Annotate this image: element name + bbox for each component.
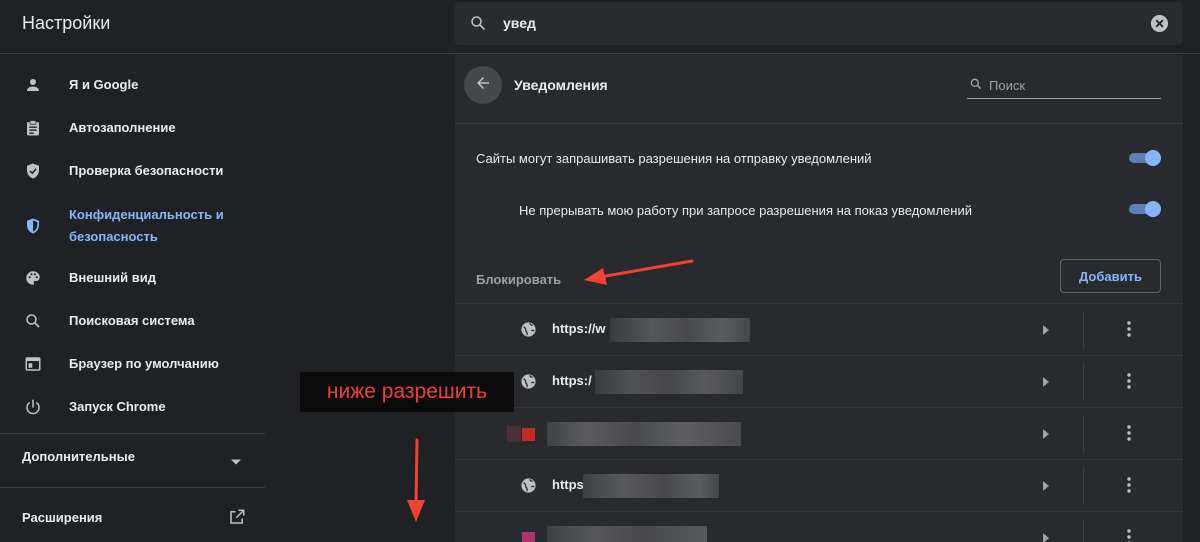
panel-search-input[interactable] [989,75,1157,95]
row-separator [1083,416,1084,452]
setting-ask-toggle[interactable] [1127,150,1161,166]
site-url: https [552,477,584,492]
sidebar-item-label: Поисковая система [69,313,195,328]
palette-icon [22,267,44,289]
row-separator [1083,520,1084,542]
redacted-url [547,526,707,542]
sidebar-item-label: Запуск Chrome [69,399,166,414]
arrow-right-icon [1041,531,1051,542]
arrow-right-icon [1041,375,1051,393]
arrow-right-icon [1041,427,1051,445]
row-separator [1083,364,1084,400]
site-row[interactable]: https [455,459,1183,511]
sidebar-item-label: Проверка безопасности [69,163,224,178]
clear-icon[interactable] [1150,14,1169,38]
browser-icon [22,353,44,375]
redacted-favicon [507,426,521,442]
sidebar-divider [0,487,265,488]
sidebar-advanced-label: Дополнительные [22,449,135,464]
arrow-right-icon [1041,479,1051,497]
search-icon [969,77,983,96]
redacted-url [583,474,719,498]
globe-icon [520,321,537,343]
power-icon [22,396,44,418]
sidebar-item-you-and-google[interactable]: Я и Google [0,65,265,105]
setting-ask-label: Сайты могут запрашивать разрешения на от… [476,150,872,166]
sidebar: Я и Google Автозаполнение Проверка безоп… [0,55,265,542]
sidebar-extensions-label: Расширения [22,510,103,525]
block-section-label: Блокировать [476,272,562,287]
arrow-right-icon [1041,323,1051,341]
clipboard-icon [22,117,44,139]
external-link-icon [228,508,246,531]
site-row[interactable]: https:/ [455,355,1183,407]
sidebar-item-privacy[interactable]: Конфиденциальность и безопасность [0,201,265,251]
sidebar-item-appearance[interactable]: Внешний вид [0,258,265,298]
site-favicon [522,532,535,542]
arrow-back-icon [474,74,492,97]
sidebar-item-label-line1: Конфиденциальность и [69,207,224,222]
page-title: Уведомления [514,77,608,93]
row-separator [1083,312,1084,348]
globe-icon [520,477,537,499]
globe-icon [520,373,537,395]
site-row[interactable] [455,511,1183,542]
search-icon [22,310,44,332]
sidebar-item-autofill[interactable]: Автозаполнение [0,108,265,148]
sidebar-item-search-engine[interactable]: Поисковая система [0,301,265,341]
panel-search[interactable] [967,73,1161,99]
setting-quiet-label: Не прерывать мою работу при запросе разр… [519,202,972,218]
settings-search-input[interactable]: увед [503,15,536,31]
chevron-down-icon [230,453,242,471]
sidebar-divider [0,433,265,434]
sidebar-item-label: Браузер по умолчанию [69,356,219,371]
site-favicon [522,428,535,441]
sidebar-item-label: Внешний вид [69,270,156,285]
site-url: https:/ [552,373,592,388]
panel-divider [455,123,1183,124]
notifications-panel: Уведомления Сайты могут запрашивать разр… [455,55,1183,542]
setting-ask-row: Сайты могут запрашивать разрешения на от… [476,146,872,170]
top-bar: Настройки увед [0,0,1200,54]
annotation-callout-text: ниже разрешить [326,380,488,403]
more-vert-icon[interactable] [1127,425,1131,446]
shield-icon [22,215,44,237]
sidebar-item-label-line2: безопасность [69,229,158,244]
arrow-down-annotation [407,438,425,522]
sidebar-item-label: Автозаполнение [69,120,176,135]
site-row[interactable]: https://w [455,303,1183,355]
more-vert-icon[interactable] [1127,529,1131,542]
setting-quiet-row: Не прерывать мою работу при запросе разр… [519,198,972,222]
more-vert-icon[interactable] [1127,373,1131,394]
more-vert-icon[interactable] [1127,477,1131,498]
toggle-knob [1145,150,1161,166]
site-row[interactable] [455,407,1183,459]
toggle-knob [1145,201,1161,217]
sidebar-item-safety-check[interactable]: Проверка безопасности [0,151,265,191]
add-button[interactable]: Добавить [1060,259,1161,293]
sidebar-item-default-browser[interactable]: Браузер по умолчанию [0,344,265,384]
redacted-url [547,422,741,446]
back-button[interactable] [464,66,502,104]
sidebar-item-label: Я и Google [69,77,139,92]
person-icon [22,74,44,96]
setting-quiet-toggle[interactable] [1127,201,1161,217]
shield-check-icon [22,160,44,182]
sidebar-item-extensions[interactable]: Расширения [0,498,265,538]
sidebar-item-on-startup[interactable]: Запуск Chrome [0,387,265,427]
annotation-callout: ниже разрешить [300,372,514,412]
more-vert-icon[interactable] [1127,321,1131,342]
redacted-url [610,318,750,342]
settings-search-box[interactable]: увед [455,2,1183,45]
search-icon [469,14,487,37]
site-url: https://w [552,321,606,336]
sidebar-advanced-toggle[interactable]: Дополнительные [0,437,265,477]
redacted-url [595,370,743,394]
row-separator [1083,468,1084,504]
app-title: Настройки [22,13,111,33]
